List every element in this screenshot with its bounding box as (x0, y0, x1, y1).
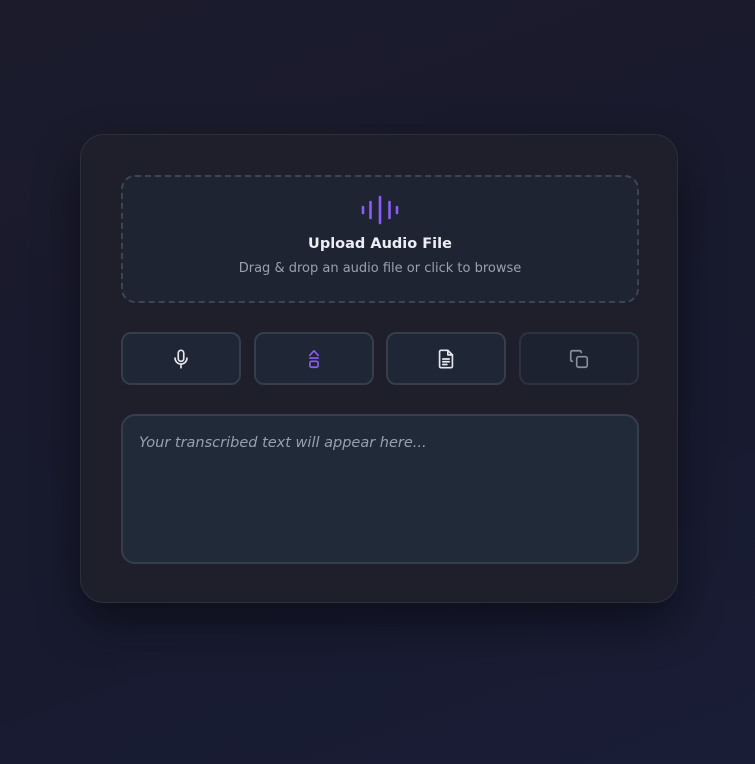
upload-title: Upload Audio File (308, 236, 452, 252)
transcribe-icon (309, 349, 319, 368)
transcriber-card: Upload Audio File Drag & drop an audio f… (80, 134, 678, 603)
record-button[interactable] (121, 332, 241, 385)
transcribe-button[interactable] (254, 332, 374, 385)
audio-dropzone[interactable]: Upload Audio File Drag & drop an audio f… (121, 175, 639, 303)
copy-icon (569, 349, 589, 368)
microphone-icon (174, 348, 188, 369)
transcription-output[interactable]: Your transcribed text will appear here..… (121, 414, 639, 564)
copy-button[interactable] (519, 332, 639, 385)
upload-subtitle: Drag & drop an audio file or click to br… (238, 261, 522, 276)
document-icon (438, 348, 454, 369)
output-placeholder: Your transcribed text will appear here..… (139, 435, 427, 451)
export-text-button[interactable] (386, 332, 506, 385)
audio-wave-icon (361, 195, 399, 225)
